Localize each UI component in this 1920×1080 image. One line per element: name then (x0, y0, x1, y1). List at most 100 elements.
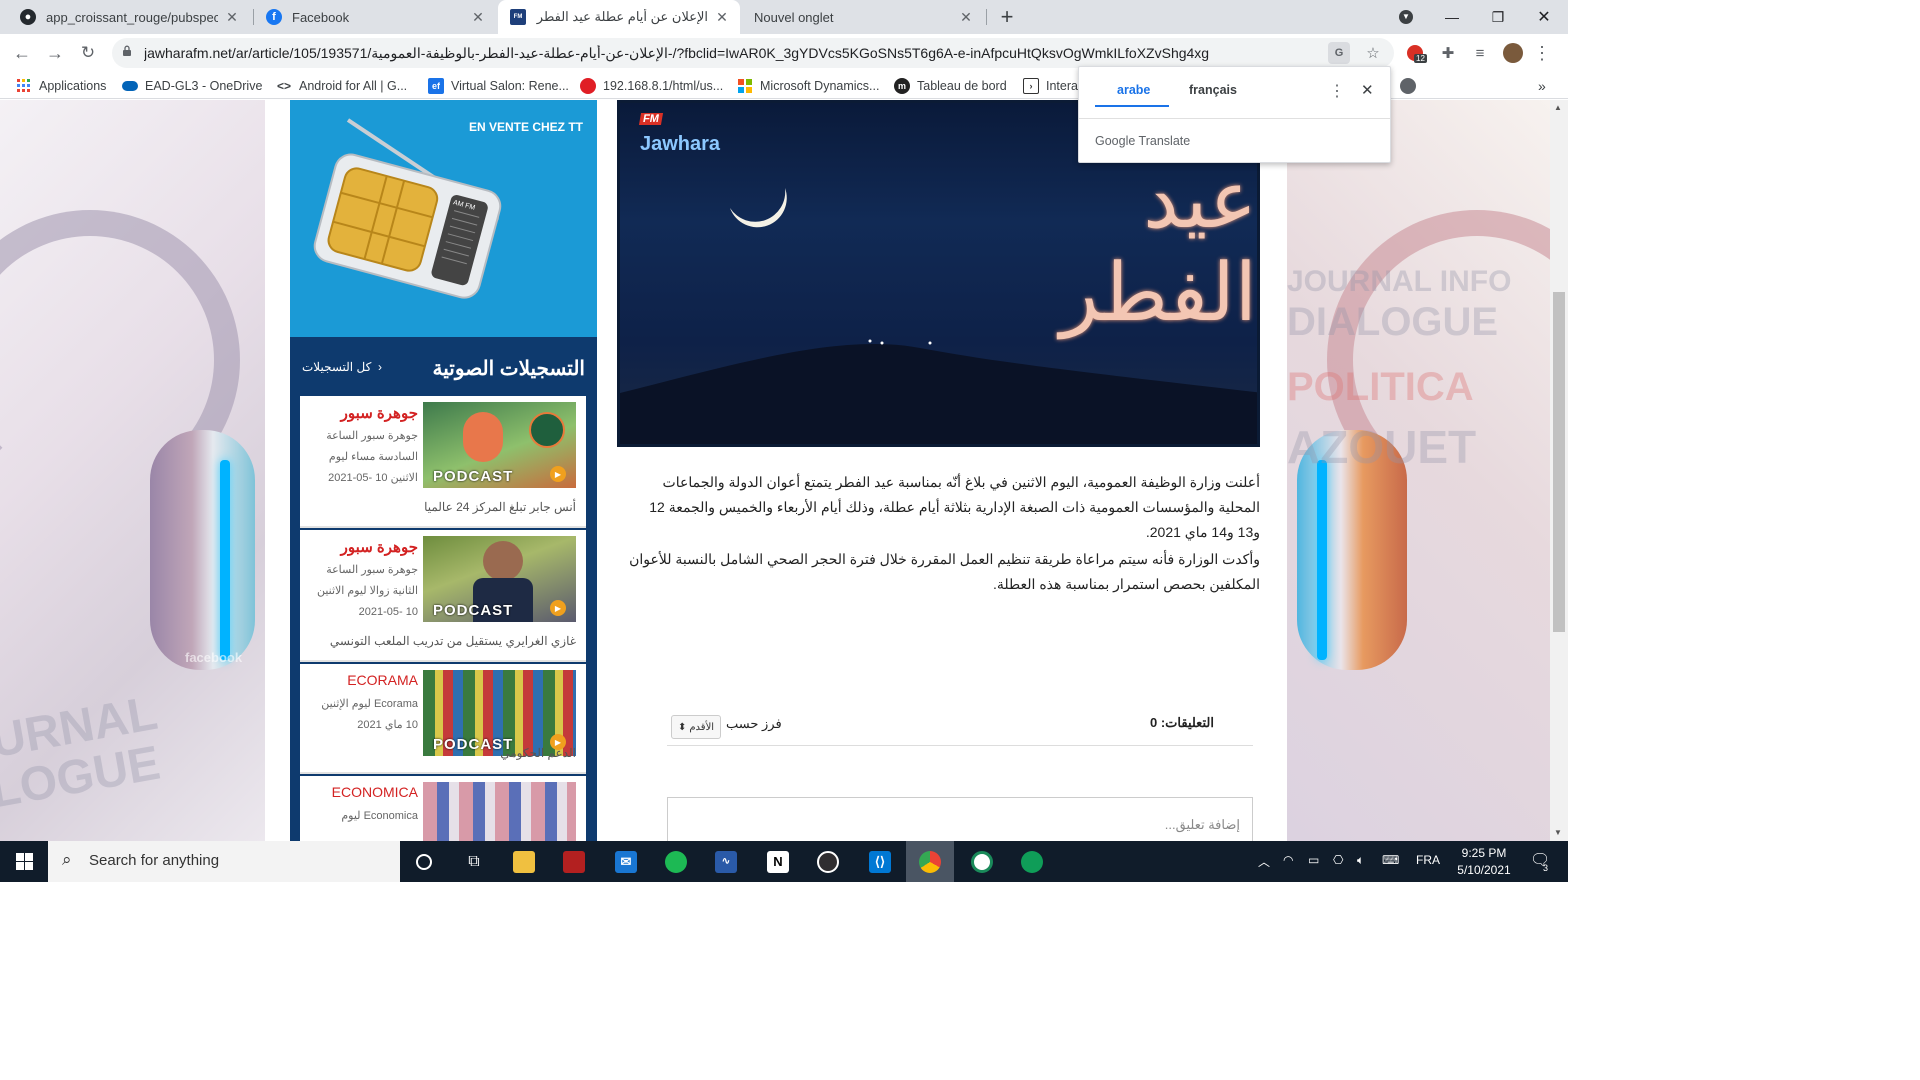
avatar[interactable] (1502, 42, 1524, 64)
extension-icon[interactable]: 12 (1404, 42, 1427, 64)
translate-icon[interactable]: G (1328, 42, 1350, 64)
puzzle-icon[interactable]: ✚ (1437, 42, 1459, 64)
wifi-icon[interactable]: ◠ (1283, 853, 1293, 867)
recording-desc: جوهرة سبور الساعة السادسة مساء ليوم الاث… (326, 430, 418, 484)
keyboard-icon[interactable]: ⌨︎ (1382, 853, 1399, 867)
play-icon[interactable]: ▶ (550, 466, 566, 482)
ad-banner[interactable]: EN VENTE CHEZ TT AM FM (290, 100, 597, 337)
google-translate-brand: Google Translate (1095, 134, 1191, 148)
recordings-heading: التسجيلات الصوتية (432, 358, 585, 380)
mail-icon[interactable]: ✉ (602, 841, 650, 882)
language-indicator[interactable]: FRA (1416, 853, 1440, 867)
clock[interactable]: 9:25 PM 5/10/2021 (1446, 845, 1522, 879)
battery-icon[interactable]: ▭ (1308, 853, 1319, 867)
bookmark-star-icon[interactable]: ☆ (1362, 42, 1384, 64)
bookmark-router[interactable]: 192.168.8.1/html/us... (580, 77, 723, 95)
sort-select[interactable]: الأقدم ⬍ (671, 715, 721, 739)
divider (1079, 118, 1390, 119)
scroll-down-icon[interactable]: ▼ (1554, 828, 1562, 837)
close-icon[interactable]: ✕ (470, 9, 486, 25)
comment-input[interactable]: إضافة تعليق... (667, 797, 1253, 841)
all-recordings-link[interactable]: ‹ كل التسجيلات (302, 360, 382, 374)
volume-icon[interactable]: 🔈︎ (1357, 853, 1364, 868)
reading-list-icon[interactable]: ≡ (1469, 42, 1491, 64)
recording-headline[interactable]: غازي الغرايري يستقيل من تدريب الملعب الت… (330, 634, 576, 648)
close-icon[interactable]: ✕ (714, 9, 730, 25)
background-right-decor: JOURNAL INFO DIALOGUE POLITICA AZOUET (1287, 100, 1550, 841)
recording-title[interactable]: جوهرة سبور (341, 404, 418, 422)
bookmark-intera[interactable]: › Intera (1023, 77, 1078, 95)
tab-search-icon[interactable]: ▼ (1383, 0, 1429, 34)
bookmark-virtual-salon[interactable]: ef Virtual Salon: Rene... (428, 77, 569, 95)
select-arrows-icon: ⬍ (677, 721, 687, 733)
taskbar-search-input[interactable]: ⌕ Search for anything (48, 841, 400, 882)
recording-title[interactable]: ECONOMICA (332, 784, 418, 800)
translate-lang-francais[interactable]: français (1189, 83, 1237, 97)
spotify-icon[interactable] (652, 841, 700, 882)
cortana-icon[interactable] (400, 841, 448, 882)
translate-lang-arabe[interactable]: arabe (1117, 83, 1150, 97)
new-tab-plus-icon[interactable]: + (993, 3, 1021, 31)
recording-thumbnail[interactable]: PODCAST ▶ (423, 402, 576, 488)
onedrive-cloud-icon (122, 81, 138, 91)
maximize-icon[interactable]: ❐ (1475, 0, 1521, 34)
bookmark-onedrive[interactable]: EAD-GL3 - OneDrive (122, 77, 262, 95)
play-icon[interactable]: ▶ (550, 600, 566, 616)
tab-jawhara-article[interactable]: FM الإعلان عن أيام عطلة عيد الفطر بال ✕ (498, 0, 740, 34)
bookmark-android-for-all[interactable]: <> Android for All | G... (276, 77, 407, 95)
obs-icon[interactable] (804, 841, 852, 882)
scroll-up-icon[interactable]: ▲ (1554, 103, 1562, 112)
recording-card[interactable]: PODCAST ▶ جوهرة سبور جوهرة سبور الساعة ا… (300, 396, 586, 528)
roland-garros-logo-icon (529, 412, 565, 448)
tray-chevron-icon[interactable]: ︿ (1258, 853, 1270, 870)
tab-new-tab[interactable]: Nouvel onglet ✕ (742, 0, 984, 34)
tab-facebook[interactable]: f Facebook ✕ (254, 0, 496, 34)
vscode-icon[interactable]: ⟨⟩ (856, 841, 904, 882)
bookmarks-overflow-icon[interactable]: » (1538, 77, 1546, 95)
bookmark-tableau-de-bord[interactable]: m Tableau de bord (894, 77, 1007, 95)
menu-kebab-icon[interactable]: ⋮ (1531, 42, 1553, 64)
translate-close-icon[interactable]: ✕ (1361, 81, 1374, 99)
file-explorer-icon[interactable] (500, 841, 548, 882)
forward-arrow-icon[interactable]: → (41, 39, 69, 67)
bookmark-microsoft-dynamics[interactable]: Microsoft Dynamics... (737, 77, 879, 95)
app-leaf-icon[interactable] (1008, 841, 1056, 882)
translate-options-icon[interactable]: ⋮ (1329, 81, 1345, 101)
crescent-moon-icon (730, 188, 787, 228)
recording-thumbnail[interactable] (423, 782, 576, 841)
recording-title[interactable]: جوهرة سبور (341, 538, 418, 556)
recording-title[interactable]: ECORAMA (347, 672, 418, 688)
jawhara-fm-badge: FM (638, 113, 663, 125)
recording-card[interactable]: ECONOMICA Economica ليوم (300, 776, 586, 841)
close-icon[interactable]: ✕ (958, 9, 974, 25)
car-game-icon[interactable] (550, 841, 598, 882)
bookmark-applications[interactable]: Applications (16, 77, 106, 95)
chrome-icon[interactable] (906, 841, 954, 882)
recording-thumbnail[interactable]: PODCAST ▶ (423, 670, 576, 756)
math-app-icon[interactable]: ∿ (702, 841, 750, 882)
headphone-glow-image (1317, 460, 1327, 660)
close-icon[interactable]: ✕ (224, 9, 240, 25)
back-arrow-icon[interactable]: ← (8, 39, 36, 67)
notion-icon[interactable]: N (754, 841, 802, 882)
task-view-icon[interactable]: ⧉ (450, 841, 498, 882)
minimize-icon[interactable]: — (1429, 0, 1475, 34)
reload-icon[interactable]: ↻ (74, 39, 102, 67)
globe-icon[interactable] (1400, 77, 1423, 95)
recording-card[interactable]: PODCAST ▶ ECORAMA Ecorama ليوم الإثنين 1… (300, 664, 586, 774)
network-icon[interactable]: ⎔ (1333, 853, 1343, 867)
window-close-icon[interactable]: ✕ (1521, 0, 1567, 34)
recording-thumbnail[interactable]: PODCAST ▶ (423, 536, 576, 622)
address-bar[interactable]: jawharafm.net/ar/article/105/193571/الإع… (112, 38, 1394, 68)
scrollbar-thumb[interactable] (1553, 292, 1565, 632)
recording-headline[interactable]: أنس جابر تبلغ المركز 24 عالميا (424, 500, 576, 514)
url-text[interactable]: jawharafm.net/ar/article/105/193571/الإع… (144, 45, 1324, 62)
article-body: أعلنت وزارة الوظيفة العمومية، اليوم الاث… (628, 470, 1260, 599)
windows-start-icon[interactable] (0, 841, 48, 882)
page-scrollbar[interactable]: ▲ ▼ (1550, 100, 1568, 841)
comments-count: التعليقات: 0 (1150, 715, 1214, 730)
app-green-icon[interactable] (958, 841, 1006, 882)
tab-github[interactable]: ● app_croissant_rouge/pubspec.ya ✕ (8, 0, 250, 34)
recording-card[interactable]: PODCAST ▶ جوهرة سبور جوهرة سبور الساعة ا… (300, 530, 586, 662)
recording-headline[interactable]: الدعم الحكومي (500, 746, 576, 760)
